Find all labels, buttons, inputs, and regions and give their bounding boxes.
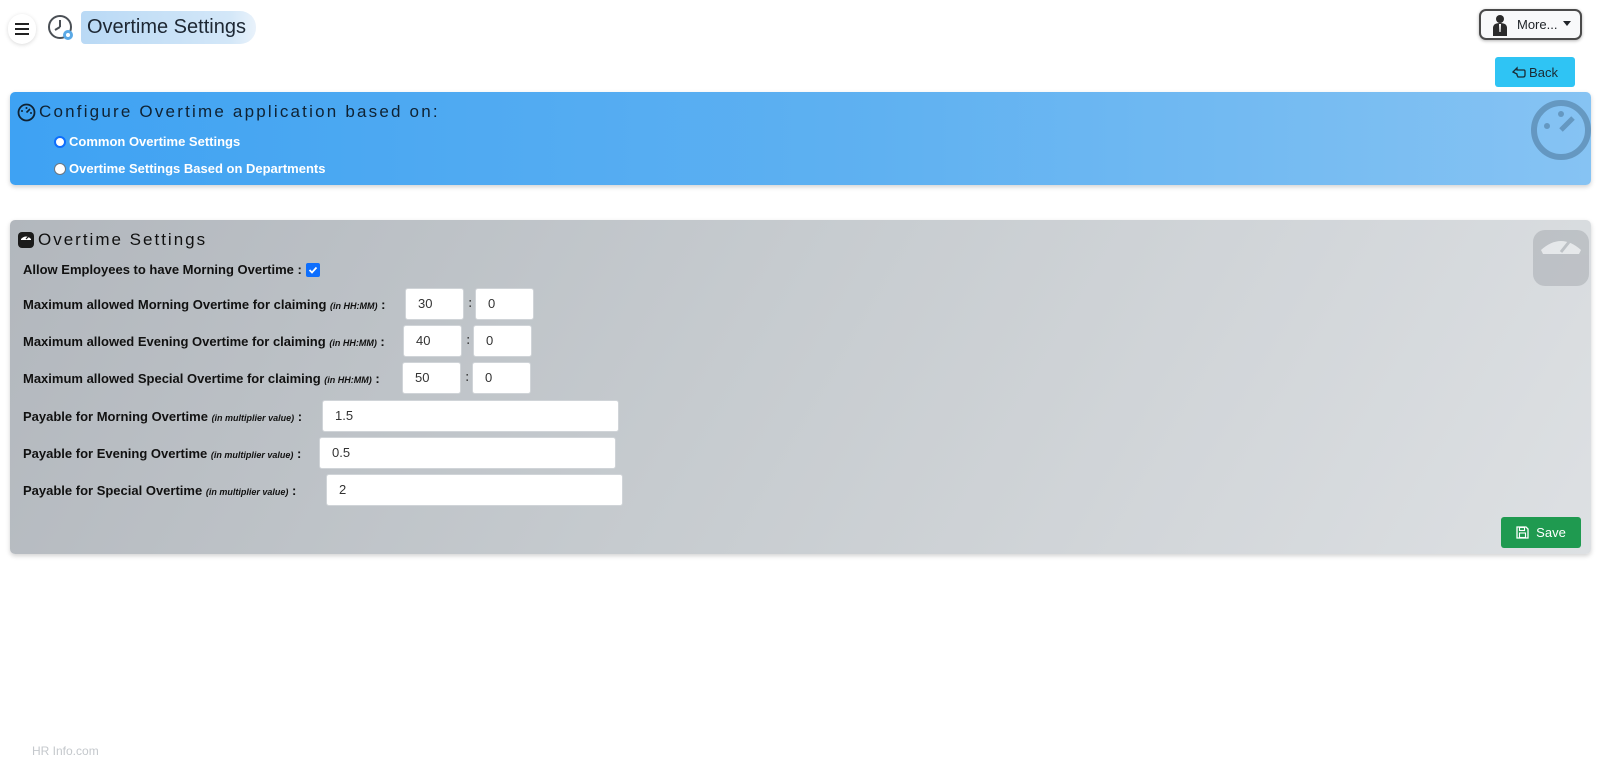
settings-panel-title: Overtime Settings <box>38 230 208 249</box>
pay-special-label-text: Payable for Special Overtime <box>23 483 203 498</box>
pay-morning-input[interactable]: 1.5 <box>322 400 619 432</box>
save-button[interactable]: Save <box>1501 517 1581 548</box>
radio-button-checked[interactable] <box>54 135 66 148</box>
config-panel-title: Configure Overtime application based on: <box>39 102 440 121</box>
radio-button-unchecked[interactable] <box>54 162 66 175</box>
max-evening-label: Maximum allowed Evening Overtime for cla… <box>23 334 385 349</box>
dashboard-gauge-icon <box>17 103 36 121</box>
settings-panel: Overtime Settings Allow Employees to hav… <box>10 220 1591 554</box>
config-panel: Configure Overtime application based on:… <box>10 92 1591 185</box>
morning-overtime-checkbox[interactable] <box>306 263 320 277</box>
max-evening-minutes-input[interactable]: 0 <box>473 325 532 357</box>
scale-icon <box>18 232 34 248</box>
max-special-hours-input[interactable]: 50 <box>402 362 461 394</box>
pay-special-input[interactable]: 2 <box>326 474 623 506</box>
radio-common-settings[interactable]: Common Overtime Settings <box>54 134 240 149</box>
max-special-suffix: : <box>371 371 380 386</box>
pay-special-suffix: : <box>288 483 297 498</box>
pay-evening-suffix: : <box>293 446 302 461</box>
pay-morning-suffix: : <box>294 409 303 424</box>
max-special-minutes-input[interactable]: 0 <box>472 362 531 394</box>
back-button[interactable]: Back <box>1495 57 1575 87</box>
radio-label: Overtime Settings Based on Departments <box>69 161 326 176</box>
more-dropdown-button[interactable]: More... <box>1479 9 1582 40</box>
more-label: More... <box>1517 17 1558 32</box>
max-special-label-text: Maximum allowed Special Overtime for cla… <box>23 371 321 386</box>
gauge-watermark-icon <box>1531 100 1591 160</box>
max-morning-hint: (in HH:MM) <box>330 301 378 311</box>
menu-toggle-button[interactable] <box>8 14 36 44</box>
pay-morning-label: Payable for Morning Overtime (in multipl… <box>23 409 302 424</box>
pay-evening-label: Payable for Evening Overtime (in multipl… <box>23 446 301 461</box>
time-separator: : <box>468 296 473 311</box>
config-panel-header: Configure Overtime application based on: <box>17 102 440 122</box>
max-morning-label-text: Maximum allowed Morning Overtime for cla… <box>23 297 327 312</box>
pay-evening-input[interactable]: 0.5 <box>319 437 616 469</box>
user-avatar-icon <box>1493 14 1507 36</box>
pay-evening-label-text: Payable for Evening Overtime <box>23 446 208 461</box>
max-morning-hours-input[interactable]: 30 <box>405 288 464 320</box>
chevron-down-icon <box>1563 20 1572 26</box>
back-hand-icon <box>1512 65 1526 78</box>
page-title: Overtime Settings <box>81 11 256 44</box>
max-morning-minutes-input[interactable]: 0 <box>475 288 534 320</box>
max-evening-label-text: Maximum allowed Evening Overtime for cla… <box>23 334 326 349</box>
pay-special-label: Payable for Special Overtime (in multipl… <box>23 483 296 498</box>
checkmark-icon <box>308 266 318 274</box>
save-label: Save <box>1536 525 1566 540</box>
footer-brand: HR Info.com <box>32 744 99 758</box>
max-evening-hours-input[interactable]: 40 <box>403 325 462 357</box>
pay-morning-label-text: Payable for Morning Overtime <box>23 409 208 424</box>
overtime-clock-icon <box>48 15 73 40</box>
max-morning-label: Maximum allowed Morning Overtime for cla… <box>23 297 385 312</box>
max-special-hint: (in HH:MM) <box>324 375 372 385</box>
scale-watermark-icon <box>1533 230 1589 286</box>
max-special-label: Maximum allowed Special Overtime for cla… <box>23 371 380 386</box>
max-evening-suffix: : <box>376 334 385 349</box>
back-label: Back <box>1529 64 1558 80</box>
pay-special-hint: (in multiplier value) <box>205 487 289 497</box>
top-bar: Overtime Settings More... Back <box>0 0 1600 87</box>
radio-department-settings[interactable]: Overtime Settings Based on Departments <box>54 161 325 176</box>
pay-morning-hint: (in multiplier value) <box>211 413 295 423</box>
floppy-disk-icon <box>1516 526 1529 539</box>
settings-panel-header: Overtime Settings <box>17 230 207 250</box>
max-morning-suffix: : <box>377 297 386 312</box>
pay-evening-hint: (in multiplier value) <box>210 450 294 460</box>
max-evening-hint: (in HH:MM) <box>329 338 377 348</box>
radio-label: Common Overtime Settings <box>69 134 241 149</box>
time-separator: : <box>466 333 471 348</box>
time-separator: : <box>465 370 470 385</box>
morning-overtime-toggle-label: Allow Employees to have Morning Overtime… <box>23 262 302 277</box>
hamburger-icon <box>15 23 29 35</box>
